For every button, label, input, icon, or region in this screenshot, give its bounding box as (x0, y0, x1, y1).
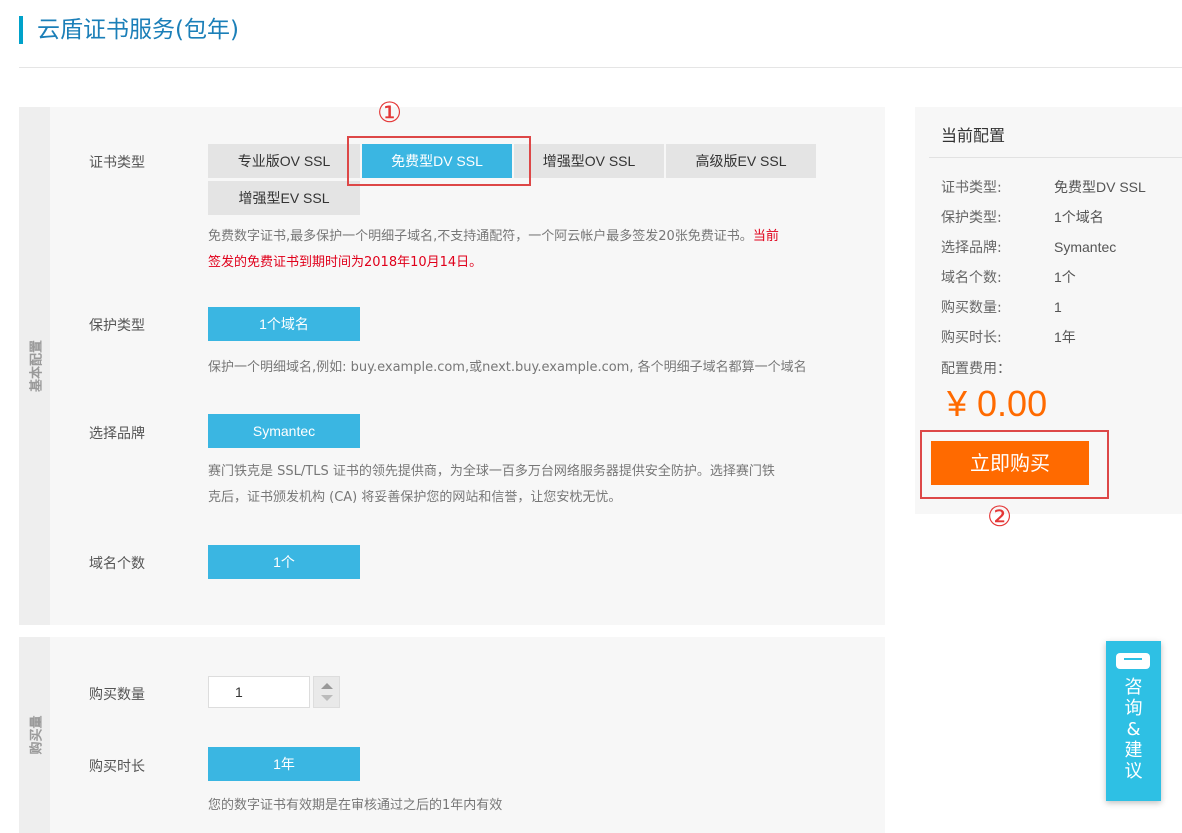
cert-option-advanced-ev[interactable]: 高级版EV SSL (666, 144, 816, 178)
duration-label: 购买时长 (89, 759, 145, 775)
summary-row-value: 1个 (1054, 269, 1076, 285)
cert-desc-red-2: 签发的免费证书到期时间为2018年10月14日。 (208, 255, 483, 270)
summary-row-value: 1个域名 (1054, 209, 1104, 225)
summary-row: 证书类型: 免费型DV SSL (941, 177, 1146, 197)
brand-label: 选择品牌 (89, 426, 145, 442)
summary-row-key: 选择品牌: (941, 240, 1002, 256)
brand-option-symantec[interactable]: Symantec (208, 414, 360, 448)
summary-row-value: 1年 (1054, 329, 1076, 345)
stepper-down-icon[interactable] (321, 695, 333, 701)
stepper-up-icon[interactable] (321, 683, 333, 689)
quantity-label: 购买数量 (89, 687, 145, 703)
protect-type-label: 保护类型 (89, 318, 145, 334)
annotation-number-2: ② (987, 500, 1013, 533)
brand-desc-line-1: 赛门铁克是 SSL/TLS 证书的领先提供商，为全球一百多万台网络服务器提供安全… (208, 464, 775, 479)
cert-desc-red-1: 当前 (752, 229, 779, 244)
page-title: 云盾证书服务(包年) (19, 16, 239, 44)
summary-row-key: 购买时长: (941, 330, 1002, 346)
quantity-stepper[interactable] (313, 676, 340, 708)
price-value: ¥ 0.00 (947, 383, 1048, 424)
protect-option-one-domain[interactable]: 1个域名 (208, 307, 360, 341)
summary-title: 当前配置 (941, 126, 1006, 145)
protect-type-description: 保护一个明细域名,例如: buy.example.com,或next.buy.e… (208, 360, 807, 375)
summary-row-key: 证书类型: (941, 180, 1002, 196)
purchase-tab: 购买量 (19, 637, 50, 833)
basic-config-tab: 基本配置 (19, 107, 50, 625)
summary-row: 保护类型: 1个域名 (941, 207, 1104, 227)
duration-option-one-year[interactable]: 1年 (208, 747, 360, 781)
chat-icon (1116, 653, 1150, 669)
basic-config-tab-label: 基本配置 (29, 339, 44, 393)
cert-type-description: 免费数字证书,最多保护一个明细子域名,不支持通配符，一个阿云帐户最多签发20张免… (208, 224, 868, 276)
fee-label: 配置费用： (941, 361, 1011, 377)
annotation-box-2 (920, 430, 1109, 499)
brand-description: 赛门铁克是 SSL/TLS 证书的领先提供商，为全球一百多万台网络服务器提供安全… (208, 459, 868, 511)
summary-row: 域名个数: 1个 (941, 267, 1076, 287)
cert-option-enhanced-ev[interactable]: 增强型EV SSL (208, 181, 360, 215)
consult-label: 咨 询 & 建 议 (1124, 677, 1143, 782)
domain-count-option-one[interactable]: 1个 (208, 545, 360, 579)
cert-type-label: 证书类型 (89, 155, 145, 171)
summary-row-key: 域名个数: (941, 270, 1002, 286)
annotation-number-1: ① (377, 96, 403, 129)
cert-desc-normal: 免费数字证书,最多保护一个明细子域名,不支持通配符，一个阿云帐户最多签发20张免… (208, 229, 753, 244)
summary-row-value: 免费型DV SSL (1054, 179, 1146, 195)
summary-row: 选择品牌: Symantec (941, 237, 1116, 257)
summary-row: 购买数量: 1 (941, 297, 1062, 317)
domain-count-label: 域名个数 (89, 556, 145, 572)
duration-description: 您的数字证书有效期是在审核通过之后的1年内有效 (208, 798, 503, 813)
cert-option-pro-ov[interactable]: 专业版OV SSL (208, 144, 360, 178)
cert-option-enhanced-ov[interactable]: 增强型OV SSL (514, 144, 664, 178)
summary-row-value: Symantec (1054, 239, 1117, 255)
annotation-box-1 (347, 136, 531, 186)
title-divider (19, 67, 1182, 68)
brand-desc-line-2: 克后，证书颁发机构 (CA) 将妥善保护您的网站和信誉，让您安枕无忧。 (208, 490, 622, 505)
summary-row-key: 购买数量: (941, 300, 1002, 316)
consult-suggest-button[interactable]: 咨 询 & 建 议 (1106, 641, 1161, 801)
summary-divider (929, 157, 1182, 158)
summary-row-key: 保护类型: (941, 210, 1002, 226)
summary-row-value: 1 (1054, 299, 1062, 315)
quantity-input[interactable]: 1 (208, 676, 310, 708)
purchase-tab-label: 购买量 (29, 715, 44, 755)
summary-row: 购买时长: 1年 (941, 327, 1076, 347)
